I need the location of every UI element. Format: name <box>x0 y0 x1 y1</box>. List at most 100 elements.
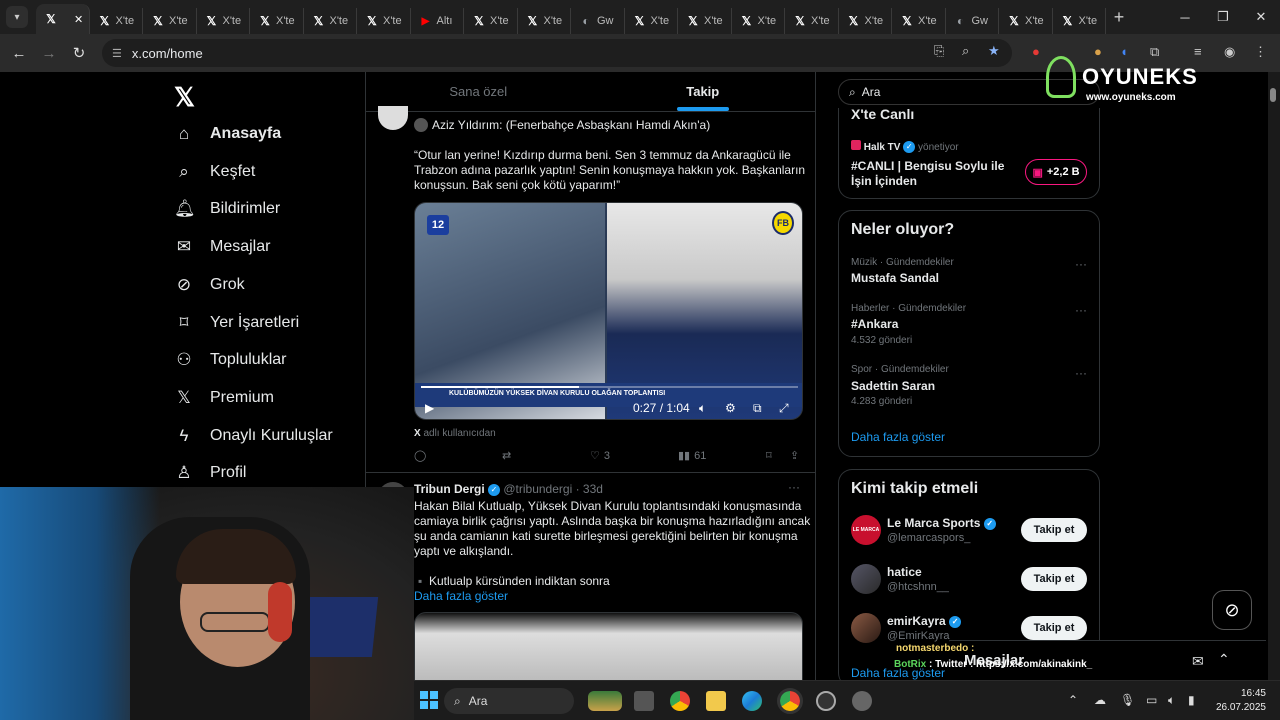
tab-following[interactable]: Takip <box>591 72 816 111</box>
browser-tab[interactable]: 𝕏 X'te <box>625 8 678 34</box>
user-avatar[interactable]: LE MARCA <box>851 515 881 545</box>
scrollbar-thumb[interactable] <box>1270 88 1276 102</box>
user-avatar[interactable] <box>851 564 881 594</box>
browser-tab[interactable]: 𝕏 X'te <box>785 8 839 34</box>
volume-icon[interactable]: 🔈︎ <box>699 401 706 416</box>
chrome-icon[interactable] <box>670 691 690 711</box>
post-author[interactable]: Tribun Dergi <box>414 482 485 496</box>
trend-more-icon[interactable]: ··· <box>1075 303 1087 317</box>
grok-fab-button[interactable]: ⊘ <box>1212 590 1252 630</box>
nav-item-5[interactable]: ⌑ Yer İşaretleri <box>174 313 300 333</box>
close-window-button[interactable]: ✕ <box>1242 0 1280 34</box>
reload-button[interactable]: ↻ <box>64 44 94 62</box>
new-message-icon[interactable]: ✉ <box>1192 653 1204 670</box>
repost-icon[interactable]: ⇄ <box>502 449 511 462</box>
page-scrollbar[interactable] <box>1268 72 1280 687</box>
browser-tab[interactable]: 𝕏 X'te <box>732 8 785 34</box>
browser-tab[interactable]: 𝕏 X'te <box>839 8 892 34</box>
nav-item-4[interactable]: ⊘ Grok <box>174 275 245 295</box>
fullscreen-icon[interactable]: ⤢ <box>779 401 789 416</box>
taskbar-clock[interactable]: 16:45 26.07.2025 <box>1216 687 1266 715</box>
trend-more-icon[interactable]: ··· <box>1075 257 1087 271</box>
browser-tab[interactable]: 𝕏 X'te <box>678 8 732 34</box>
nav-item-9[interactable]: ♙ Profil <box>174 463 246 483</box>
browser-tab[interactable]: 𝕏 ✕ <box>36 4 90 34</box>
video-progress-track[interactable] <box>421 386 798 388</box>
expand-up-icon[interactable]: ⌃ <box>1218 651 1230 668</box>
trend-name[interactable]: Sadettin Saran <box>851 379 935 393</box>
show-more-link[interactable]: Daha fazla göster <box>414 589 508 605</box>
browser-tab[interactable]: 𝕏 X'te <box>999 8 1053 34</box>
minimize-button[interactable]: ─ <box>1166 0 1204 34</box>
browser-tab[interactable]: 𝕏 X'te <box>357 8 411 34</box>
user-handle[interactable]: @lemarcaspors_ <box>887 532 970 544</box>
tray-cloud-icon[interactable]: ☁ <box>1094 693 1106 707</box>
play-icon[interactable]: ▶ <box>425 401 434 415</box>
edge-icon[interactable] <box>742 691 762 711</box>
bookmark-star-icon[interactable]: ★ <box>988 43 1000 59</box>
install-app-icon[interactable]: ⎘ <box>934 43 944 59</box>
share-icon[interactable]: ⇪ <box>790 449 799 462</box>
video-player[interactable]: 12 FB KULÜBÜMÜZÜN YÜKSEK DİVAN KURULU OL… <box>414 202 803 420</box>
follow-button[interactable]: Takip et <box>1021 518 1087 542</box>
profile-icon[interactable]: ◉ <box>1224 44 1235 60</box>
zoom-icon[interactable]: ⌕ <box>962 43 969 59</box>
post-image[interactable] <box>414 612 803 682</box>
browser-tab[interactable]: 𝕏 X'te <box>892 8 946 34</box>
back-button[interactable]: ← <box>4 45 34 62</box>
tray-network-icon[interactable]: ▭ <box>1146 693 1157 707</box>
task-view-icon[interactable] <box>634 691 654 711</box>
browser-tab[interactable]: 𝕏 X'te <box>197 8 250 34</box>
new-tab-button[interactable]: + <box>1106 7 1132 28</box>
follow-button[interactable]: Takip et <box>1021 567 1087 591</box>
obs-icon[interactable] <box>816 691 836 711</box>
tray-volume-icon[interactable]: 🔈︎ <box>1168 693 1175 708</box>
address-field[interactable]: ☰ x.com/home <box>102 39 1012 67</box>
user-name[interactable]: emirKayra <box>887 614 946 628</box>
browser-tab[interactable]: 𝕏 X'te <box>304 8 357 34</box>
pip-icon[interactable]: ⧉ <box>753 401 762 416</box>
nav-item-3[interactable]: ✉ Mesajlar <box>174 237 271 257</box>
site-info-icon[interactable]: ☰ <box>112 47 122 60</box>
forward-button[interactable]: → <box>34 45 64 62</box>
tray-battery-icon[interactable]: ▮ <box>1188 693 1195 707</box>
reply-icon[interactable]: ◯ <box>414 449 426 462</box>
nav-item-2[interactable]: 🔔︎ Bildirimler <box>174 199 280 219</box>
post-avatar[interactable] <box>378 106 408 130</box>
user-name[interactable]: hatice <box>887 565 922 579</box>
chrome-active-icon[interactable] <box>777 688 803 714</box>
live-join-button[interactable]: ▣ +2,2 B <box>1025 159 1087 185</box>
browser-menu-icon[interactable]: ⋮ <box>1254 44 1267 60</box>
start-button[interactable] <box>420 691 438 709</box>
views-button[interactable]: ▮▮ 61 <box>678 449 706 463</box>
browser-tab[interactable]: ◐ Gw <box>946 8 999 34</box>
live-stream-title[interactable]: #CANLI | Bengisu Soylu ile <box>851 159 1004 173</box>
browser-tab[interactable]: 𝕏 X'te <box>143 8 197 34</box>
nav-item-1[interactable]: ⌕ Keşfet <box>174 162 255 182</box>
trend-more-icon[interactable]: ··· <box>1075 366 1087 380</box>
trends-show-more-link[interactable]: Daha fazla göster <box>851 430 945 444</box>
maximize-button[interactable]: ❐ <box>1204 0 1242 34</box>
close-tab-icon[interactable]: ✕ <box>74 13 83 26</box>
browser-tab[interactable]: ◐ Gw <box>571 8 625 34</box>
settings-gear-icon[interactable]: ⚙ <box>725 401 736 415</box>
user-handle[interactable]: @EmirKayra_ <box>887 630 956 642</box>
browser-tab[interactable]: 𝕏 X'te <box>464 8 518 34</box>
post-handle[interactable]: @tribundergi · 33d <box>503 482 603 496</box>
tray-mic-icon[interactable]: 🎙︎ <box>1120 693 1135 707</box>
follow-button[interactable]: Takip et <box>1021 616 1087 640</box>
nav-item-0[interactable]: ⌂ Anasayfa <box>174 124 281 144</box>
nav-item-6[interactable]: ⚇ Topluluklar <box>174 350 286 370</box>
browser-tab[interactable]: ▶ Altı <box>411 8 464 34</box>
browser-tab[interactable]: 𝕏 X'te <box>90 8 143 34</box>
file-explorer-icon[interactable] <box>706 691 726 711</box>
like-button[interactable]: ♡ 3 <box>590 449 610 463</box>
user-handle[interactable]: @htcshnn__ <box>887 581 949 593</box>
widgets-icon[interactable] <box>588 691 622 711</box>
nav-item-7[interactable]: 𝕏 Premium <box>174 388 274 408</box>
bookmark-icon[interactable]: ⌑ <box>766 449 772 462</box>
live-host[interactable]: Halk TV <box>864 142 901 153</box>
tab-search-menu-button[interactable]: ▾ <box>6 6 28 28</box>
taskbar-search[interactable]: ⌕ Ara <box>444 688 574 714</box>
browser-tab[interactable]: 𝕏 X'te <box>518 8 571 34</box>
